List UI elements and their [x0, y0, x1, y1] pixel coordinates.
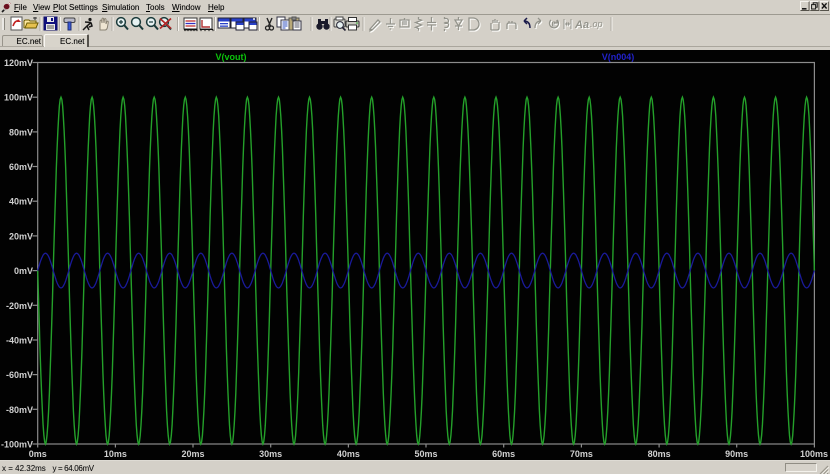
svg-text:0mV: 0mV [14, 266, 33, 276]
svg-text:-20mV: -20mV [6, 301, 33, 311]
svg-text:-100mV: -100mV [1, 440, 33, 450]
svg-text:V(n004): V(n004) [602, 52, 635, 62]
svg-text:60mV: 60mV [9, 162, 33, 172]
svg-text:20ms: 20ms [181, 449, 204, 459]
svg-text:70ms: 70ms [570, 449, 593, 459]
svg-text:40ms: 40ms [337, 449, 360, 459]
svg-text:120mV: 120mV [4, 58, 33, 68]
svg-text:100mV: 100mV [4, 93, 33, 103]
svg-text:10ms: 10ms [104, 449, 127, 459]
svg-text:80ms: 80ms [648, 449, 671, 459]
svg-text:90ms: 90ms [725, 449, 748, 459]
svg-text:50ms: 50ms [414, 449, 437, 459]
svg-text:Aa: Aa [574, 19, 589, 31]
svg-text:V(vout): V(vout) [216, 52, 247, 62]
svg-text:80mV: 80mV [9, 127, 33, 137]
svg-text:100ms: 100ms [800, 449, 828, 459]
svg-text:60ms: 60ms [492, 449, 515, 459]
svg-text:-60mV: -60mV [6, 370, 33, 380]
svg-text:40mV: 40mV [9, 197, 33, 207]
svg-text:-80mV: -80mV [6, 405, 33, 415]
svg-text:0ms: 0ms [29, 449, 47, 459]
svg-text:20mV: 20mV [9, 231, 33, 241]
svg-text:30ms: 30ms [259, 449, 282, 459]
svg-text:-40mV: -40mV [6, 336, 33, 346]
svg-text:.op: .op [590, 19, 603, 29]
